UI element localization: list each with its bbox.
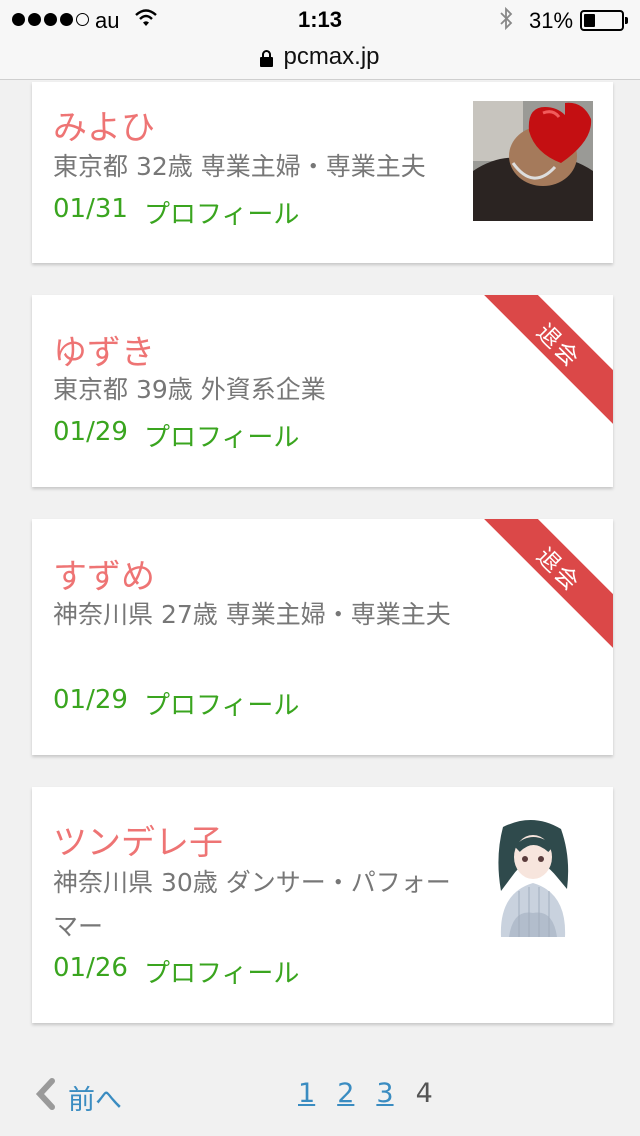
user-info: 神奈川県 27歳 専業主婦・専業主夫 — [53, 600, 451, 629]
date-label: 01/31 — [53, 194, 128, 224]
card-meta: 01/31 プロフィール — [53, 194, 299, 231]
withdrawn-badge: 退会 — [475, 295, 613, 429]
user-card[interactable]: みよひ 東京都 32歳 専業主婦・専業主夫 01/31 プロフィール — [32, 82, 613, 263]
profile-link[interactable]: プロフィール — [144, 417, 299, 454]
avatar-illustration[interactable] — [473, 817, 593, 937]
date-label: 01/29 — [53, 685, 128, 715]
card-meta: 01/29 プロフィール — [53, 417, 299, 454]
status-bar: au 1:13 31% — [0, 0, 640, 40]
withdrawn-badge: 退会 — [475, 519, 613, 653]
address-bar[interactable]: pcmax.jp — [0, 40, 640, 74]
date-label: 01/26 — [53, 953, 128, 983]
card-meta: 01/29 プロフィール — [53, 685, 299, 722]
profile-link[interactable]: プロフィール — [144, 194, 299, 231]
user-name[interactable]: ゆずき — [53, 325, 155, 374]
avatar-photo[interactable] — [473, 101, 593, 221]
current-page: 4 — [415, 1078, 433, 1109]
profile-link[interactable]: プロフィール — [144, 685, 299, 722]
page-link[interactable]: 1 — [298, 1078, 315, 1109]
battery-percent: 31% — [529, 8, 574, 33]
user-info: 東京都 32歳 専業主婦・専業主夫 — [53, 152, 426, 181]
page-link[interactable]: 2 — [337, 1078, 354, 1109]
chevron-left-icon — [34, 1078, 56, 1117]
user-name[interactable]: ツンデレ子 — [53, 815, 223, 864]
card-meta: 01/26 プロフィール — [53, 953, 299, 990]
user-name[interactable]: すずめ — [53, 549, 155, 598]
url-text: pcmax.jp — [283, 43, 380, 70]
user-card[interactable]: すずめ 神奈川県 27歳 専業主婦・専業主夫 01/29 プロフィール 退会 — [32, 519, 613, 755]
bluetooth-icon — [497, 6, 515, 38]
user-card[interactable]: ゆずき 東京都 39歳 外資系企業 01/29 プロフィール 退会 — [32, 295, 613, 487]
battery-icon — [580, 10, 628, 31]
pagination: 前へ 1 2 3 4 — [0, 1070, 640, 1120]
lock-icon — [260, 50, 274, 67]
page-numbers: 1 2 3 4 — [298, 1078, 433, 1109]
user-info: 東京都 39歳 外資系企業 — [53, 375, 326, 404]
page-link[interactable]: 3 — [376, 1078, 393, 1109]
date-label: 01/29 — [53, 417, 128, 447]
profile-link[interactable]: プロフィール — [144, 953, 299, 990]
user-name[interactable]: みよひ — [53, 100, 155, 149]
prev-page-label: 前へ — [68, 1085, 122, 1116]
user-info: 神奈川県 30歳 ダンサー・パフォーマー — [53, 868, 451, 941]
prev-page-button[interactable]: 前へ — [34, 1078, 122, 1117]
user-card[interactable]: ツンデレ子 神奈川県 30歳 ダンサー・パフォーマー 01/26 プロフィール — [32, 787, 613, 1023]
browser-top-bar: au 1:13 31% pcmax.jp — [0, 0, 640, 80]
